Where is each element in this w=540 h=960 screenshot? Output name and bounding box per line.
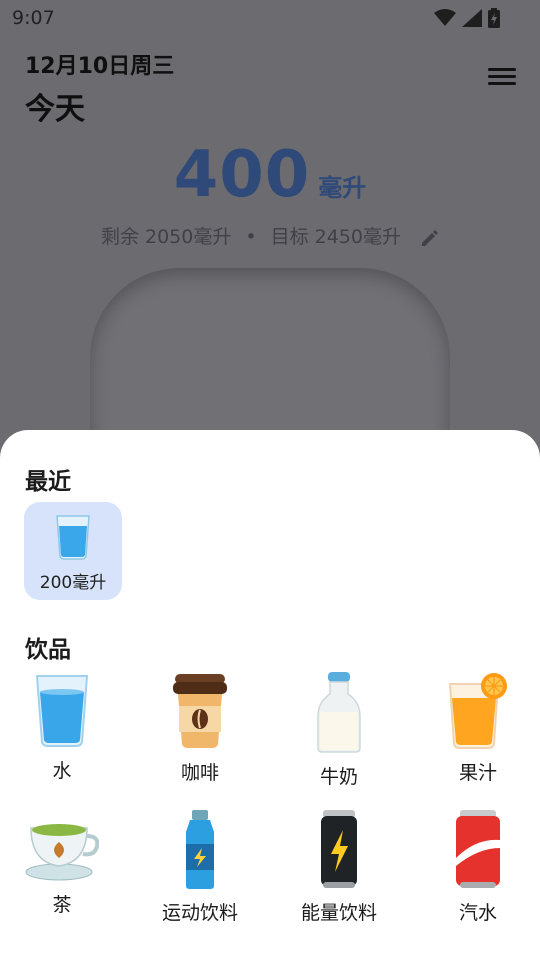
status-icons	[434, 8, 500, 28]
drink-tea[interactable]: 茶	[2, 810, 122, 917]
battery-icon	[488, 8, 500, 28]
milk-bottle-icon	[317, 672, 361, 753]
drink-label: 汽水	[458, 902, 497, 924]
juice-glass-icon	[448, 673, 507, 749]
drink-label: 水	[52, 760, 72, 782]
separator-dot: •	[245, 226, 257, 248]
coffee-cup-icon	[173, 674, 227, 748]
energy-drink-icon	[321, 810, 357, 888]
drink-label: 果汁	[458, 762, 497, 784]
status-time: 9:07	[12, 7, 55, 29]
goal-label: 目标 2450毫升	[270, 226, 401, 248]
drink-energy[interactable]: 能量饮料	[279, 810, 399, 925]
drink-coffee[interactable]: 咖啡	[140, 672, 260, 785]
drink-label: 咖啡	[180, 762, 219, 784]
drink-soda[interactable]: 汽水	[418, 810, 538, 925]
drink-label: 牛奶	[319, 766, 358, 788]
edit-goal-icon[interactable]	[421, 229, 439, 247]
soda-can-icon	[456, 810, 500, 888]
drink-label: 能量饮料	[300, 902, 377, 924]
menu-button[interactable]	[486, 64, 518, 94]
date-label: 12月10日周三	[25, 54, 175, 79]
signal-icon	[462, 9, 482, 27]
intake-unit: 毫升	[318, 174, 367, 202]
wifi-icon	[434, 9, 456, 26]
remaining-label: 剩余 2050毫升	[100, 226, 232, 248]
water-glass-icon	[35, 675, 89, 747]
drink-label: 运动饮料	[161, 902, 238, 924]
recent-section-title: 最近	[25, 469, 71, 495]
drinks-section-title: 饮品	[25, 637, 71, 663]
drink-milk[interactable]: 牛奶	[279, 672, 399, 789]
recent-item-label: 200毫升	[39, 573, 107, 593]
drink-label: 茶	[52, 894, 72, 916]
intake-value: 400	[173, 138, 311, 212]
status-bar: 9:07	[0, 0, 540, 36]
drink-juice[interactable]: 果汁	[418, 672, 538, 785]
water-glass-icon	[56, 515, 90, 560]
intake-amount: 400 毫升	[0, 138, 540, 212]
menu-icon	[488, 68, 516, 71]
sports-drink-icon	[186, 810, 214, 889]
recent-item[interactable]: 200毫升	[24, 502, 122, 600]
page-title: 今天	[25, 92, 85, 127]
drink-sports[interactable]: 运动饮料	[140, 810, 260, 925]
drink-water[interactable]: 水	[2, 672, 122, 783]
intake-summary: 剩余 2050毫升 • 目标 2450毫升	[0, 222, 540, 249]
drink-picker-sheet: 最近 200毫升 饮品 水 咖啡 牛奶 果汁 茶 运动饮料 能量饮料 汽水	[0, 430, 540, 960]
tea-cup-icon	[25, 824, 99, 881]
